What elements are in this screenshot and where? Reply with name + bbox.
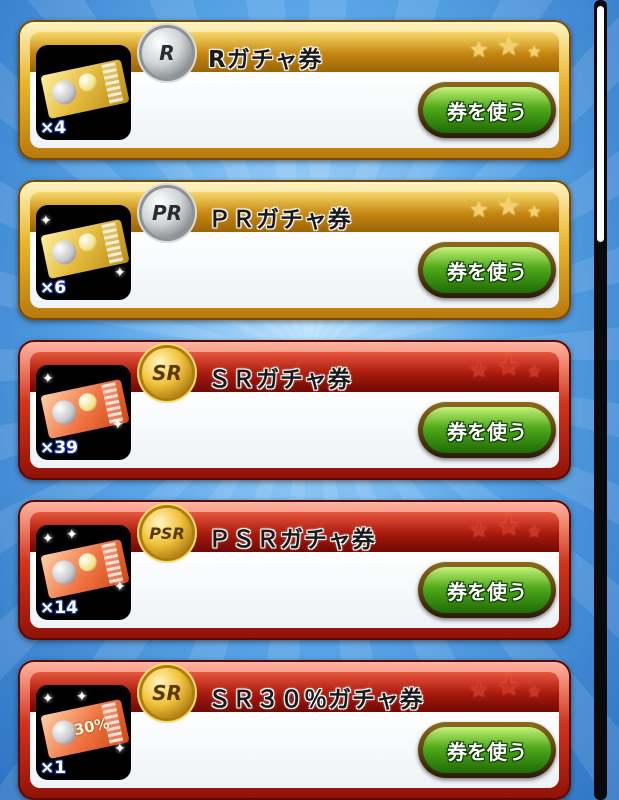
- rarity-badge-icon: SR: [142, 668, 192, 718]
- star-decoration-icon: ★ ★ ★: [469, 192, 542, 223]
- star-decoration-icon: ★ ★ ★: [469, 352, 542, 383]
- sparkle-icon: ✦: [114, 579, 126, 595]
- rarity-badge-icon: R: [142, 28, 192, 78]
- ticket-quantity: ×1: [40, 758, 67, 778]
- ticket-card-r: ★ ★ ★ R Rガチャ券 ×4 券を使う: [18, 20, 571, 160]
- scrollbar-thumb[interactable]: [597, 6, 604, 242]
- sparkle-icon: ✦: [42, 371, 54, 387]
- use-ticket-label: 券を使う: [423, 567, 551, 613]
- ticket-quantity: ×4: [40, 118, 67, 138]
- ticket-list[interactable]: ★ ★ ★ R Rガチャ券 ×4 券を使う ★ ★ ★ PR ＰＲガチャ券 ✦ ✦ ×6: [0, 0, 619, 800]
- ticket-thumbnail: ✦ ✦ ×39: [36, 365, 131, 460]
- ticket-thumbnail: 30% ✦ ✦ ✦ ×1: [36, 685, 131, 780]
- use-ticket-label: 券を使う: [423, 727, 551, 773]
- sparkle-icon: ✦: [114, 741, 126, 757]
- star-decoration-icon: ★ ★ ★: [469, 32, 542, 63]
- ticket-quantity: ×14: [40, 598, 78, 618]
- ticket-card-sr30: ★ ★ ★ SR ＳＲ３０％ガチャ券 30% ✦ ✦ ✦ ×1 券を使う: [18, 660, 571, 800]
- sparkle-icon: ✦: [42, 531, 54, 547]
- star-decoration-icon: ★ ★ ★: [469, 512, 542, 543]
- scrollbar[interactable]: [594, 0, 607, 800]
- sparkle-icon: ✦: [114, 265, 126, 281]
- ticket-card-sr: ★ ★ ★ SR ＳＲガチャ券 ✦ ✦ ×39 券を使う: [18, 340, 571, 480]
- ticket-thumbnail: ✦ ✦ ✦ ×14: [36, 525, 131, 620]
- use-ticket-label: 券を使う: [423, 407, 551, 453]
- ticket-image-icon: [40, 58, 130, 120]
- rarity-badge-icon: PR: [142, 188, 192, 238]
- rarity-badge-icon: PSR: [142, 508, 192, 558]
- ticket-title: ＰＳＲガチャ券: [208, 527, 376, 553]
- sparkle-icon: ✦: [76, 689, 88, 705]
- use-ticket-button[interactable]: 券を使う: [418, 242, 556, 298]
- ticket-percent-text: 30%: [72, 714, 112, 740]
- ticket-title: ＳＲガチャ券: [208, 367, 352, 393]
- ticket-title: ＳＲ３０％ガチャ券: [208, 687, 424, 713]
- ticket-thumbnail: ✦ ✦ ×6: [36, 205, 131, 300]
- sparkle-icon: ✦: [40, 213, 52, 229]
- use-ticket-button[interactable]: 券を使う: [418, 82, 556, 138]
- ticket-quantity: ×39: [40, 438, 78, 458]
- ticket-card-psr: ★ ★ ★ PSR ＰＳＲガチャ券 ✦ ✦ ✦ ×14 券を使う: [18, 500, 571, 640]
- use-ticket-label: 券を使う: [423, 247, 551, 293]
- sparkle-icon: ✦: [42, 691, 54, 707]
- use-ticket-label: 券を使う: [423, 87, 551, 133]
- use-ticket-button[interactable]: 券を使う: [418, 402, 556, 458]
- ticket-title: ＰＲガチャ券: [208, 207, 352, 233]
- star-decoration-icon: ★ ★ ★: [469, 672, 542, 703]
- sparkle-icon: ✦: [66, 527, 78, 543]
- ticket-title: Rガチャ券: [208, 47, 323, 73]
- ticket-thumbnail: ×4: [36, 45, 131, 140]
- use-ticket-button[interactable]: 券を使う: [418, 562, 556, 618]
- use-ticket-button[interactable]: 券を使う: [418, 722, 556, 778]
- rarity-badge-icon: SR: [142, 348, 192, 398]
- ticket-quantity: ×6: [40, 278, 67, 298]
- sparkle-icon: ✦: [112, 417, 124, 433]
- ticket-card-pr: ★ ★ ★ PR ＰＲガチャ券 ✦ ✦ ×6 券を使う: [18, 180, 571, 320]
